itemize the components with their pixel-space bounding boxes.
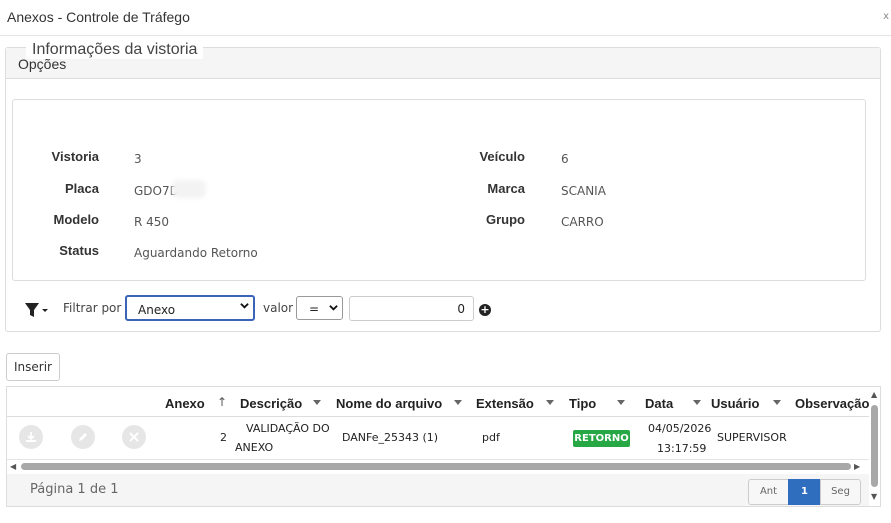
value-label: valor <box>263 301 294 315</box>
page-info: Página 1 de 1 <box>30 482 119 497</box>
marca-label: Marca <box>487 181 525 196</box>
grid-header: Anexo ↑ Descrição Nome do arquivo Extens… <box>7 387 869 417</box>
cell-data-time: 13:17:59 <box>657 442 707 455</box>
scroll-down-icon[interactable]: ▼ <box>871 492 877 501</box>
scroll-left-icon[interactable]: ◀ <box>10 462 16 471</box>
col-observacao[interactable]: Observação <box>795 396 869 411</box>
scroll-right-icon[interactable]: ▶ <box>854 462 860 471</box>
grid-footer: Página 1 de 1 Ant 1 Seg <box>7 474 869 506</box>
sort-asc-icon[interactable]: ↑ <box>217 395 227 409</box>
insert-button[interactable]: Inserir <box>6 353 60 381</box>
col-usuario[interactable]: Usuário <box>711 396 759 411</box>
veiculo-value: 6 <box>561 152 569 166</box>
cell-descricao-line2: ANEXO <box>235 441 274 454</box>
grupo-label: Grupo <box>486 212 525 227</box>
cell-anexo: 2 <box>220 431 227 444</box>
vertical-scrollbar[interactable]: ▲ ▼ <box>869 387 881 506</box>
edit-icon[interactable] <box>71 425 95 449</box>
filter-field-select[interactable]: Anexo <box>125 295 255 321</box>
download-icon[interactable] <box>19 425 43 449</box>
veiculo-label: Veículo <box>479 149 525 164</box>
window-title: Anexos - Controle de Tráfego <box>7 9 190 25</box>
col-descricao[interactable]: Descrição <box>240 396 302 411</box>
modelo-label: Modelo <box>53 212 100 227</box>
inspection-info-legend: Informações da vistoria <box>26 41 204 59</box>
cell-data-date: 04/05/2026 <box>648 422 712 435</box>
grupo-value: CARRO <box>561 215 604 229</box>
plus-circle-icon[interactable]: + <box>479 304 491 316</box>
column-menu-icon[interactable] <box>454 400 462 405</box>
scroll-up-icon[interactable]: ▲ <box>871 390 877 399</box>
filter-operator-select[interactable]: = <box>296 296 343 320</box>
cell-nome-arquivo: DANFe_25343 (1) <box>342 431 439 444</box>
window-titlebar: Anexos - Controle de Tráfego x <box>0 0 891 36</box>
col-anexo[interactable]: Anexo <box>165 396 205 411</box>
column-menu-icon[interactable] <box>693 400 701 405</box>
horizontal-scrollbar[interactable]: ◀ ▶ <box>7 461 869 473</box>
pagination-page-1[interactable]: 1 <box>788 479 821 505</box>
chevron-down-icon <box>329 305 338 311</box>
status-badge: RETORNO <box>573 430 630 447</box>
filter-operator-selected: = <box>309 302 320 316</box>
column-menu-icon[interactable] <box>313 400 321 405</box>
cell-extensao: pdf <box>482 431 500 444</box>
pagination-prev-button[interactable]: Ant <box>748 479 789 505</box>
placa-label: Placa <box>65 181 99 196</box>
attachments-grid: Anexo ↑ Descrição Nome do arquivo Extens… <box>6 386 881 507</box>
filter-value-text: 0 <box>457 302 465 316</box>
pagination-next-button[interactable]: Seg <box>820 479 861 505</box>
redacted-placa-suffix <box>172 180 206 198</box>
col-extensao[interactable]: Extensão <box>476 396 534 411</box>
cell-usuario: SUPERVISOR <box>717 431 787 444</box>
filter-icon[interactable] <box>24 301 50 319</box>
col-nome-arquivo[interactable]: Nome do arquivo <box>336 396 442 411</box>
vertical-scroll-thumb[interactable] <box>871 405 878 487</box>
column-menu-icon[interactable] <box>546 400 554 405</box>
cell-descricao-line1: VALIDAÇÃO DO <box>246 422 330 435</box>
modelo-value: R 450 <box>134 215 170 229</box>
close-icon[interactable]: x <box>883 12 889 22</box>
table-row[interactable]: 2 VALIDAÇÃO DO ANEXO DANFe_25343 (1) pdf… <box>7 418 869 460</box>
vistoria-label: Vistoria <box>51 149 99 164</box>
filter-by-label: Filtrar por <box>63 301 122 315</box>
status-label: Status <box>59 243 99 258</box>
filter-field-selected: Anexo <box>138 303 176 317</box>
chevron-down-icon <box>240 303 249 309</box>
column-menu-icon[interactable] <box>617 400 625 405</box>
col-data[interactable]: Data <box>645 396 673 411</box>
vistoria-value: 3 <box>134 152 142 166</box>
horizontal-scroll-thumb[interactable] <box>21 463 851 470</box>
filter-value-input[interactable]: 0 <box>349 296 474 321</box>
status-value: Aguardando Retorno <box>134 246 258 260</box>
delete-icon[interactable] <box>122 425 146 449</box>
col-tipo[interactable]: Tipo <box>569 396 596 411</box>
column-menu-icon[interactable] <box>773 400 781 405</box>
marca-value: SCANIA <box>561 184 606 198</box>
